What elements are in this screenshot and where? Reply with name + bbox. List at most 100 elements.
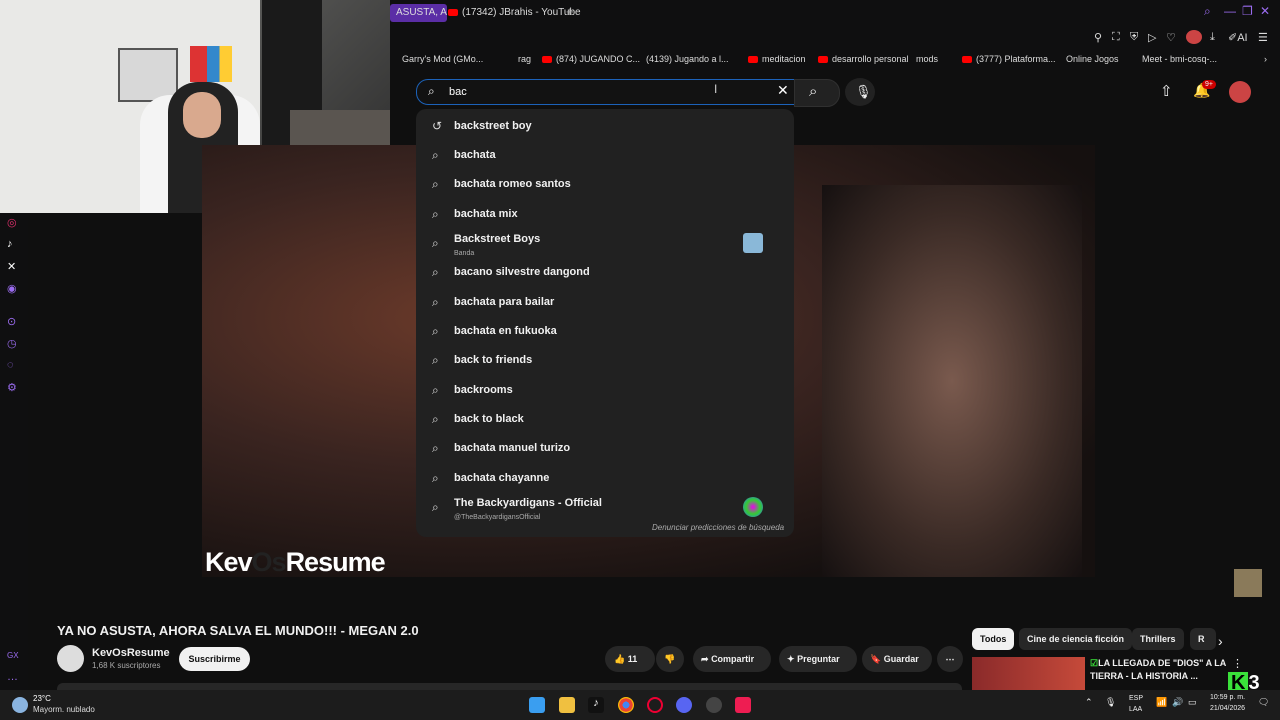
search-icon: ⌕ [432, 324, 439, 338]
recommendation-title[interactable]: ☑LA LLEGADA DE "DIOS" A LA TIERRA - LA H… [1090, 657, 1230, 683]
tiktok-live-icon[interactable] [735, 697, 751, 713]
profile-avatar[interactable] [1186, 30, 1202, 44]
search-icon: ⌕ [432, 353, 439, 367]
suggestion-item[interactable]: ⌕ backrooms [416, 376, 794, 405]
bookmark[interactable]: (874) JUGANDO C... [542, 54, 640, 64]
end-screen-thumbnail[interactable] [1234, 569, 1262, 597]
player-icon[interactable]: ▷ [1148, 31, 1156, 44]
search-box[interactable] [416, 79, 796, 105]
subscribe-button[interactable]: Suscribirme [179, 647, 250, 671]
heart-icon[interactable]: ♡ [1166, 31, 1176, 44]
suggestion-item[interactable]: ⌕ The Backyardigans - Official @TheBackyar… [416, 493, 794, 522]
clear-search-icon[interactable]: ✕ [777, 82, 789, 99]
opera-gx-icon[interactable] [647, 697, 663, 713]
bookmark[interactable]: Garry's Mod (GMo... [402, 54, 483, 64]
suggestion-item[interactable]: ⌕ back to friends [416, 346, 794, 375]
suggestion-item[interactable]: ⌕ bachata manuel turizo [416, 434, 794, 463]
channel-name[interactable]: KevOsResume [92, 647, 170, 659]
bookmark[interactable]: mods [916, 54, 938, 64]
bookmark[interactable]: rag [518, 54, 531, 64]
wifi-icon[interactable]: 📶 [1156, 697, 1167, 708]
snapshot-icon[interactable]: ⛶ [1112, 31, 1120, 44]
chip-next[interactable]: R [1190, 628, 1216, 650]
tiktok-icon[interactable]: ♪ [7, 238, 13, 250]
bookmark[interactable]: Online Jogos [1066, 54, 1119, 64]
more-vert-icon[interactable]: ⋮ [1232, 657, 1243, 670]
chip-thrillers[interactable]: Thrillers [1132, 628, 1184, 650]
clock-time[interactable]: 10:59 p. m. [1210, 694, 1245, 701]
maximize-icon[interactable]: ❐ [1242, 4, 1253, 18]
more-actions-button[interactable]: ⋯ [937, 646, 963, 672]
microphone-icon[interactable]: 🎙 [1105, 697, 1116, 708]
search-input[interactable] [447, 83, 751, 101]
account-avatar[interactable] [1229, 81, 1251, 103]
gx-label[interactable]: GX [7, 651, 19, 660]
tray-chevron-icon[interactable]: ⌃ [1085, 697, 1093, 708]
report-predictions-link[interactable]: Denunciar predicciones de búsqueda [652, 523, 784, 532]
suggestion-item[interactable]: ⌕ bachata en fukuoka [416, 317, 794, 346]
battery-icon[interactable]: ▭ [1188, 697, 1197, 708]
bookmark[interactable]: (3777) Plataforma... [962, 54, 1056, 64]
channel-avatar[interactable] [57, 645, 84, 672]
history-icon[interactable]: ◷ [7, 337, 17, 350]
menu-icon[interactable]: ☰ [1258, 31, 1268, 44]
download-icon[interactable]: ⤓ [1210, 31, 1215, 44]
suggestion-item[interactable]: ⌕ bachata para bailar [416, 288, 794, 317]
bookmark[interactable]: Meet - bmi-cosq-... [1142, 54, 1217, 64]
discord-icon[interactable] [676, 697, 692, 713]
search-button[interactable]: ⌕ [794, 79, 840, 107]
notification-center-icon[interactable]: 🗨 [1258, 697, 1269, 708]
file-explorer-icon[interactable] [559, 697, 575, 713]
pin-icon[interactable]: ⚲ [1094, 31, 1102, 44]
suggestion-subtitle: @TheBackyardigansOfficial [454, 514, 541, 521]
suggestion-item[interactable]: ⌕ bachata mix [416, 200, 794, 229]
clock-date[interactable]: 21/04/2026 [1210, 705, 1245, 712]
share-button[interactable]: ➦ Compartir [693, 646, 771, 672]
suggestion-item[interactable]: ⌕ Backstreet Boys Banda [416, 229, 794, 258]
suggestion-item[interactable]: ⌕ bachata chayanne [416, 464, 794, 493]
obs-icon[interactable] [706, 697, 722, 713]
chrome-icon[interactable] [618, 697, 634, 713]
suggestion-item[interactable]: ⌕ back to black [416, 405, 794, 434]
description-box[interactable] [57, 683, 962, 690]
minimize-icon[interactable]: — [1224, 4, 1236, 18]
youtube-icon [542, 56, 552, 64]
ai-icon[interactable]: ✐AI [1228, 31, 1248, 44]
bookmark[interactable]: (4139) Jugando a l... [646, 54, 729, 64]
close-icon[interactable]: ✕ [1260, 4, 1270, 18]
suggestion-item[interactable]: ⌕ bacano silvestre dangond [416, 258, 794, 287]
bookmark[interactable]: desarrollo personal [818, 54, 909, 64]
x-icon[interactable]: ✕ [7, 260, 16, 273]
new-tab-button[interactable]: + [566, 4, 574, 19]
more-icon[interactable]: … [7, 671, 18, 683]
chevron-right-icon[interactable]: › [1218, 633, 1223, 649]
instagram-icon[interactable]: ◎ [7, 216, 17, 229]
ask-button[interactable]: ✦ Preguntar [779, 646, 857, 672]
more-bookmarks-icon[interactable]: › [1264, 54, 1267, 64]
tab-active[interactable]: ASUSTA, A [390, 4, 447, 22]
search-icon[interactable]: ⌕ [1204, 4, 1211, 19]
messenger-icon[interactable]: ◌ [7, 359, 14, 371]
suggestion-item[interactable]: ⌕ bachata romeo santos [416, 170, 794, 199]
shield-icon[interactable]: ⛨ [1130, 31, 1138, 44]
chip-scifi[interactable]: Cine de ciencia ficción [1019, 628, 1133, 650]
recommendation-thumbnail[interactable] [972, 657, 1085, 690]
weather-icon[interactable] [12, 697, 28, 713]
volume-icon[interactable]: 🔊 [1172, 697, 1183, 708]
tiktok-icon[interactable]: ♪ [588, 697, 604, 713]
discord-icon[interactable]: ◉ [7, 282, 17, 295]
upload-icon[interactable]: ⇧ [1160, 82, 1173, 100]
voice-search-button[interactable]: 🎙 [845, 78, 875, 106]
suggestion-item[interactable]: ⌕ bachata [416, 141, 794, 170]
chip-all[interactable]: Todos [972, 628, 1015, 650]
dislike-button[interactable]: 👎 [656, 646, 684, 672]
tab-youtube[interactable]: (17342) JBrahis - YouTube [442, 4, 587, 22]
language-indicator[interactable]: ESP [1129, 695, 1143, 702]
like-button[interactable]: 👍 11 [605, 646, 655, 672]
settings-icon[interactable]: ⚙ [7, 381, 17, 394]
start-icon[interactable] [529, 697, 545, 713]
bookmark[interactable]: meditacion [748, 54, 806, 64]
player-icon[interactable]: ⊙ [7, 315, 16, 328]
save-button[interactable]: 🔖 Guardar [862, 646, 932, 672]
suggestion-item[interactable]: ↺ backstreet boy [416, 112, 794, 141]
